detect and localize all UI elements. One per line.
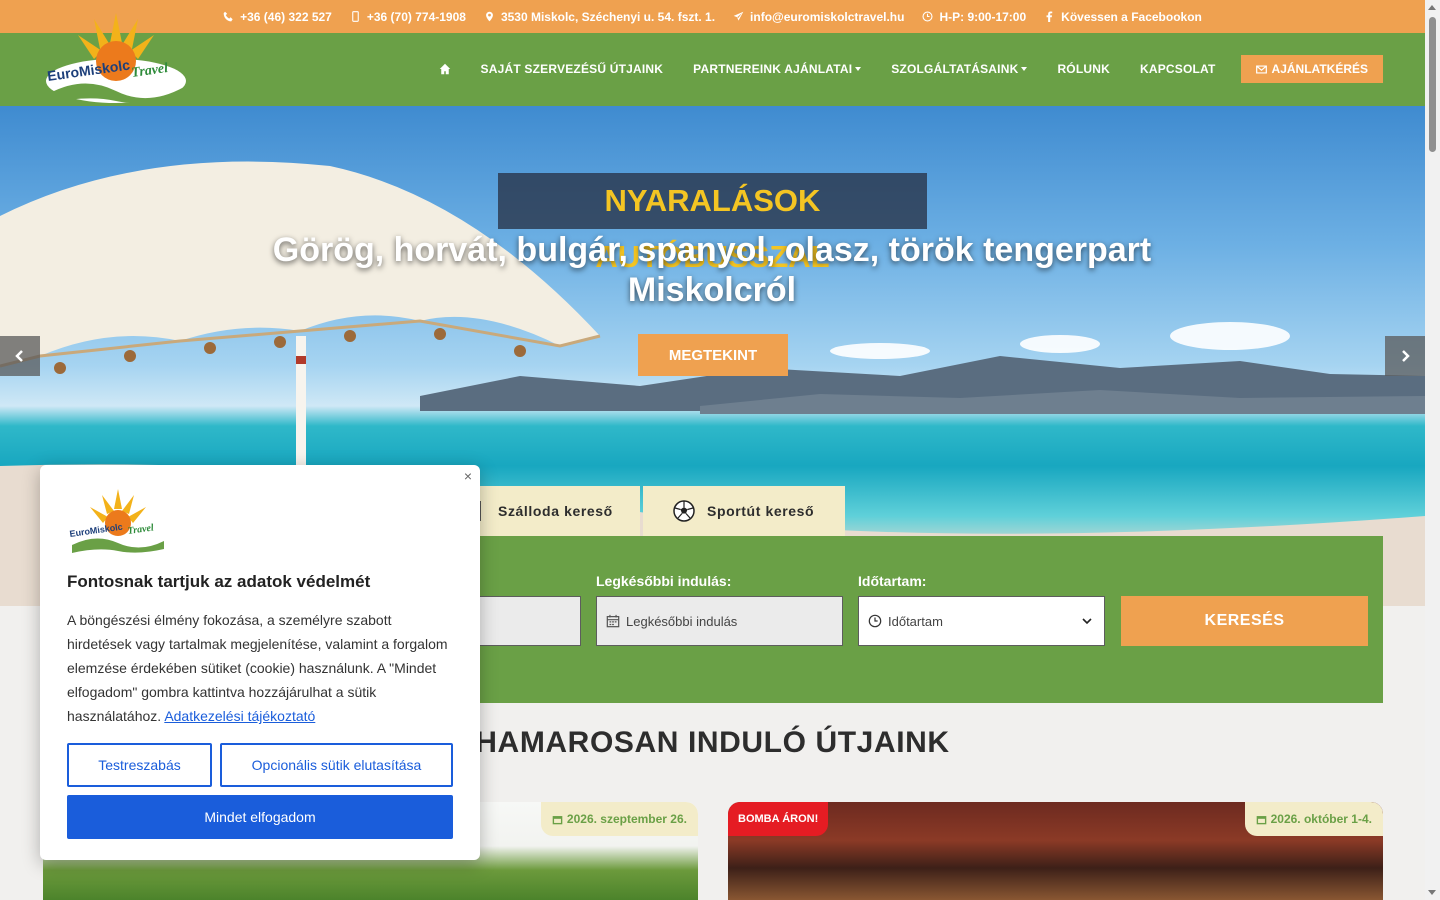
map-marker-icon (486, 11, 493, 22)
calendar-icon (1256, 815, 1266, 824)
site-logo[interactable]: EuroMiskolc Travel (44, 3, 189, 108)
hero-view-button[interactable]: MEGTEKINT (638, 334, 788, 376)
clock-icon (922, 11, 933, 22)
slider-next-button[interactable] (1385, 336, 1425, 376)
home-icon (439, 63, 450, 75)
reject-optional-button[interactable]: Opcionális sütik elutasítása (220, 743, 453, 787)
chevron-left-icon (15, 350, 23, 362)
cookie-consent-dialog: × EuroMiskolc Travel Fontosnak tartjuk a… (40, 465, 480, 860)
caret-down-icon (1021, 67, 1028, 71)
facebook-link[interactable]: Kövessen a Facebookon (1044, 10, 1202, 24)
nav-item-label: KAPCSOLAT (1139, 62, 1216, 76)
opening-hours: H-P: 9:00-17:00 (922, 10, 1026, 24)
phone-number-2: +36 (70) 774-1908 (366, 9, 466, 24)
paper-plane-icon (733, 11, 744, 21)
page: +36 (46) 322 527 +36 (70) 774-1908 3530 … (0, 0, 1440, 900)
latest-departure-label: Legkésőbbi indulás: (596, 573, 732, 589)
duration-label: Időtartam: (858, 573, 927, 589)
tab-label: Sportút kereső (707, 503, 815, 519)
tab-hotel-search[interactable]: Szálloda kereső (468, 486, 640, 536)
chevron-right-icon (1402, 350, 1410, 362)
address-link[interactable]: 3530 Miskolc, Széchenyi u. 54. fszt. 1. (484, 10, 715, 24)
tab-sport-search[interactable]: Sportút kereső (643, 486, 845, 536)
nav-item-about[interactable]: RÓLUNK (1042, 62, 1125, 76)
scroll-down-arrow-icon[interactable] (1428, 890, 1436, 895)
nav-item-partner-offers[interactable]: PARTNEREINK AJÁNLATAI (678, 62, 876, 76)
nav-item-contact[interactable]: KAPCSOLAT (1125, 62, 1231, 76)
calendar-icon (552, 815, 563, 824)
slider-prev-button[interactable] (0, 336, 40, 376)
phone-link[interactable]: +36 (46) 322 527 (223, 10, 332, 24)
bargain-badge: BOMBA ÁRON! (728, 802, 829, 836)
nav-home-link[interactable] (424, 63, 466, 75)
cookie-logo: EuroMiskolc Travel (68, 485, 168, 555)
mobile-phone-icon (352, 11, 359, 22)
duration-placeholder: Időtartam (888, 613, 943, 629)
hero-subtitle: Görög, horvát, bulgár, spanyol, olasz, t… (272, 231, 1152, 309)
caret-down-icon (855, 67, 862, 71)
logo-text: EuroMiskolc (69, 522, 123, 539)
cookie-title: Fontosnak tartjuk az adatok védelmét (67, 572, 371, 591)
accept-all-button[interactable]: Mindet elfogadom (67, 795, 453, 839)
chevron-down-icon (1082, 618, 1092, 625)
nav-item-label: PARTNEREINK AJÁNLATAI (693, 62, 853, 76)
main-navigation: EuroMiskolc Travel SAJÁT SZERVEZÉSŰ ÚTJA… (0, 13, 1425, 106)
address-text: 3530 Miskolc, Széchenyi u. 54. fszt. 1. (500, 9, 716, 24)
nav-item-label: SZOLGÁLTATÁSAINK (891, 62, 1019, 76)
latest-departure-field[interactable]: Legkésőbbi indulás (596, 596, 843, 646)
email-link[interactable]: info@euromiskolctravel.hu (733, 10, 904, 24)
top-info-bar: +36 (46) 322 527 +36 (70) 774-1908 3530 … (0, 0, 1425, 33)
nav-item-own-trips[interactable]: SAJÁT SZERVEZÉSŰ ÚTJAINK (466, 62, 679, 76)
facebook-text: Kövessen a Facebookon (1061, 9, 1202, 24)
nav-item-services[interactable]: SZOLGÁLTATÁSAINK (876, 62, 1042, 76)
mobile-link[interactable]: +36 (70) 774-1908 (350, 10, 466, 24)
customize-button[interactable]: Testreszabás (67, 743, 212, 787)
email-text: info@euromiskolctravel.hu (750, 9, 905, 24)
nav-item-label: RÓLUNK (1057, 62, 1110, 76)
tour-date: 2026. szeptember 26. (566, 812, 687, 826)
hours-text: H-P: 9:00-17:00 (939, 9, 1027, 24)
duration-select[interactable]: Időtartam (858, 596, 1105, 646)
envelope-icon (1255, 64, 1267, 74)
privacy-policy-link[interactable]: Adatkezelési tájékoztató (164, 708, 315, 724)
tour-card[interactable]: BOMBA ÁRON! 2026. október 1-4. (728, 802, 1383, 900)
request-offer-button[interactable]: AJÁNLATKÉRÉS (1240, 55, 1383, 83)
date-badge: 2026. szeptember 26. (540, 802, 698, 836)
tour-date: 2026. október 1-4. (1270, 812, 1372, 826)
scroll-up-arrow-icon[interactable] (1428, 5, 1436, 10)
logo-graphic: EuroMiskolc Travel (46, 13, 186, 104)
hero-title: NYARALÁSOK AUTÓBUSSZAL (498, 173, 927, 274)
search-button[interactable]: KERESÉS (1121, 596, 1368, 646)
scrollbar-thumb[interactable] (1429, 17, 1436, 152)
phone-icon (223, 11, 233, 22)
logo-travel-text: Travel (127, 522, 155, 537)
nav-item-label: SAJÁT SZERVEZÉSŰ ÚTJAINK (480, 62, 664, 76)
nav-menu: SAJÁT SZERVEZÉSŰ ÚTJAINK PARTNEREINK AJÁ… (424, 55, 1383, 83)
tab-label: Szálloda kereső (498, 503, 613, 519)
clock-icon (868, 614, 882, 628)
date-badge: 2026. október 1-4. (1244, 802, 1383, 836)
request-offer-label: AJÁNLATKÉRÉS (1271, 62, 1368, 76)
latest-departure-placeholder: Legkésőbbi indulás (626, 613, 738, 629)
page-scrollbar[interactable] (1425, 0, 1440, 900)
logo-graphic: EuroMiskolc Travel (69, 489, 164, 553)
facebook-icon (1046, 11, 1053, 22)
calendar-icon (606, 614, 620, 628)
cookie-description: A böngészési élmény fokozása, a személyr… (67, 608, 459, 728)
soccer-ball-icon (673, 500, 695, 522)
close-icon[interactable]: × (464, 468, 472, 484)
phone-number-1: +36 (46) 322 527 (240, 9, 332, 24)
